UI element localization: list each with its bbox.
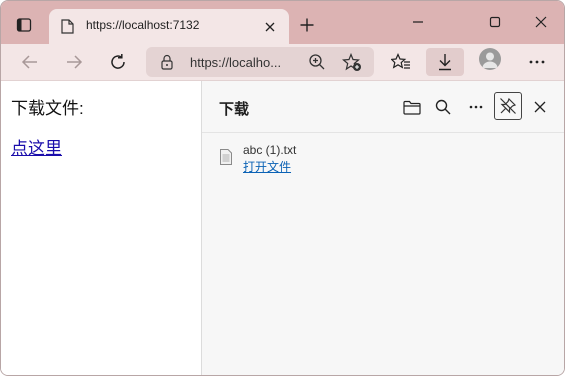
close-downloads-button[interactable] [528, 95, 552, 119]
download-icon [439, 54, 451, 71]
tab-actions-button[interactable] [11, 12, 37, 38]
profile-icon[interactable] [479, 48, 501, 70]
settings-more-button[interactable] [522, 48, 552, 76]
page-content: 下载文件: 点这里 [1, 81, 201, 375]
browser-window: https://localhost:7132 https://localho..… [0, 0, 565, 376]
address-text: https://localho... [190, 55, 282, 70]
add-favorite-icon[interactable] [342, 53, 362, 72]
avatar [482, 52, 498, 68]
page-icon [61, 19, 74, 34]
tab-close-button[interactable] [261, 18, 279, 36]
open-file-link[interactable]: 打开文件 [243, 158, 291, 175]
tab-strip: https://localhost:7132 [1, 1, 564, 44]
back-arrow-icon [21, 55, 37, 69]
more-icon [529, 60, 545, 64]
refresh-icon [111, 54, 125, 69]
folder-icon [403, 100, 421, 115]
more-icon [469, 105, 483, 109]
pin-downloads-button[interactable] [494, 92, 522, 120]
forward-arrow-icon [67, 55, 83, 69]
new-tab-button[interactable] [296, 14, 318, 36]
unpin-icon [500, 97, 517, 114]
tab-actions-icon [16, 18, 32, 32]
text-file-icon [220, 149, 232, 165]
minimize-button[interactable] [403, 11, 433, 33]
search-downloads-button[interactable] [431, 95, 455, 119]
download-item[interactable]: abc (1).txt 打开文件 [202, 137, 564, 179]
download-file-name: abc (1).txt [243, 143, 297, 157]
minimize-icon [413, 21, 423, 23]
open-downloads-folder-button[interactable] [400, 95, 424, 119]
search-icon [435, 99, 451, 115]
active-tab[interactable]: https://localhost:7132 [49, 9, 289, 44]
downloads-header: 下载 [202, 81, 564, 133]
zoom-icon[interactable] [308, 53, 326, 71]
close-icon [265, 22, 275, 32]
lock-icon [161, 54, 173, 70]
address-bar[interactable]: https://localho... [146, 47, 374, 77]
refresh-button[interactable] [103, 48, 133, 76]
tab-title: https://localhost:7132 [86, 18, 200, 32]
plus-icon [300, 18, 314, 32]
maximize-icon [489, 16, 501, 28]
downloads-title: 下载 [219, 101, 250, 118]
maximize-button[interactable] [480, 11, 510, 33]
downloads-button[interactable] [426, 48, 464, 76]
downloads-more-button[interactable] [464, 95, 488, 119]
downloads-panel: 下载 abc (1).txt 打开文件 [201, 81, 564, 375]
download-link[interactable]: 点这里 [11, 134, 62, 159]
close-window-button[interactable] [526, 11, 556, 33]
close-icon [534, 101, 546, 113]
close-icon [535, 16, 547, 28]
favorites-icon [391, 53, 410, 69]
forward-button[interactable] [59, 48, 89, 76]
back-button[interactable] [15, 48, 45, 76]
favorites-button[interactable] [386, 48, 416, 76]
page-heading: 下载文件: [11, 99, 84, 118]
